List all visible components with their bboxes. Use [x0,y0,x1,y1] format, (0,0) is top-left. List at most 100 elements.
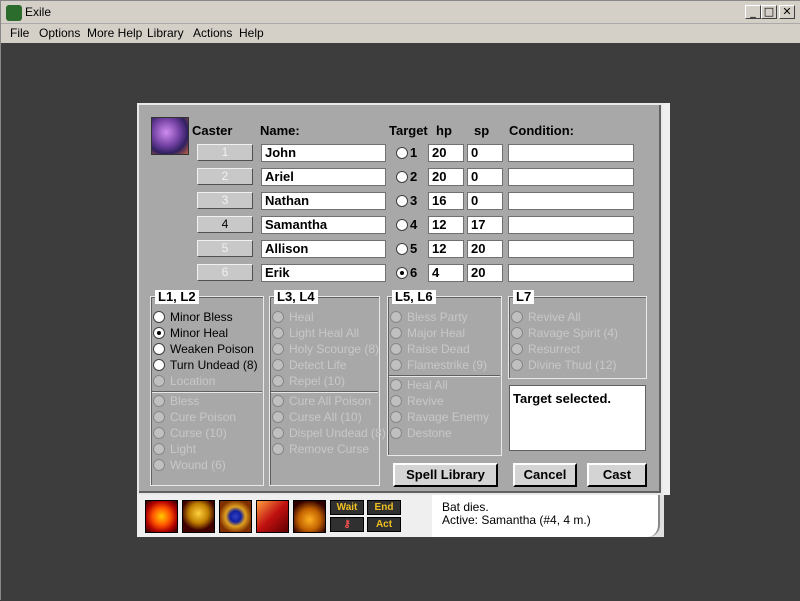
spell-radio [272,375,284,387]
spell-label: Bless [170,394,200,408]
spell-label: Resurrect [528,342,581,356]
caster-button-4[interactable]: 4 [197,216,253,233]
spell-radio [153,459,165,471]
target-radio-4[interactable] [396,219,408,231]
status-message: Target selected. [509,385,646,451]
spell-library-button[interactable]: Spell Library [393,463,498,487]
spell-label: Bless Party [407,310,468,324]
hp-value-5: 12 [428,240,464,258]
caster-button-3[interactable]: 3 [197,192,253,209]
spell-option: Remove Curse [272,441,377,457]
spell-label: Revive [407,394,444,408]
spell-option[interactable]: Minor Heal [153,325,261,341]
spell-option: Flamestrike (9) [390,357,499,373]
target-radio-2[interactable] [396,171,408,183]
spell-label: Minor Bless [170,310,233,324]
menu-library[interactable]: Library [147,26,184,40]
spell-option: Ravage Spirit (4) [511,325,644,341]
spell-label: Turn Undead (8) [170,358,258,372]
spell-radio [272,427,284,439]
menu-file[interactable]: File [10,26,29,40]
spell-option: Heal [272,309,377,325]
spell-radio [272,343,284,355]
sp-value-3: 0 [467,192,503,210]
menu-help[interactable]: Help [239,26,264,40]
spell-radio[interactable] [153,359,165,371]
target-radio-5[interactable] [396,243,408,255]
title-bar[interactable]: Exile _ □ ✕ [1,1,800,24]
spell-radio [511,343,523,355]
spell-option: Repel (10) [272,373,377,389]
bag-icon[interactable] [293,500,326,533]
caster-header: Caster [192,123,233,138]
spell-radio[interactable] [153,311,165,323]
caster-button-1[interactable]: 1 [197,144,253,161]
spell-label: Light [170,442,197,456]
spell-radio[interactable] [153,343,165,355]
hp-header: hp [436,123,452,138]
close-button[interactable]: ✕ [779,5,795,19]
caster-button-5[interactable]: 5 [197,240,253,257]
caster-button-2[interactable]: 2 [197,168,253,185]
party-name-2: Ariel [261,168,386,186]
shield-icon[interactable] [256,500,289,533]
party-name-4: Samantha [261,216,386,234]
spell-radio [390,395,402,407]
target-radio-3[interactable] [396,195,408,207]
spell-radio[interactable] [153,327,165,339]
hp-value-1: 20 [428,144,464,162]
condition-field-1 [508,144,634,162]
party-name-6: Erik [261,264,386,282]
caster-button-6[interactable]: 6 [197,264,253,281]
spell-radio [153,375,165,387]
act-button[interactable]: Act [367,517,401,532]
ankh-icon[interactable] [182,500,215,533]
spell-option[interactable]: Minor Bless [153,309,261,325]
fire-icon[interactable] [145,500,178,533]
end-button[interactable]: End [367,500,401,515]
menu-options[interactable]: Options [39,26,80,40]
spell-radio [153,411,165,423]
spell-label: Minor Heal [170,326,229,340]
target-radio-1[interactable] [396,147,408,159]
minimize-button[interactable]: _ [745,5,761,19]
spell-option[interactable]: Weaken Poison [153,341,261,357]
spell-option: Major Heal [390,325,499,341]
condition-field-5 [508,240,634,258]
spell-radio [511,327,523,339]
spell-label: Light Heal All [289,326,360,340]
log-line: Active: Samantha (#4, 4 m.) [442,513,591,527]
spell-radio [511,311,523,323]
cancel-button[interactable]: Cancel [513,463,577,487]
spell-option: Cure Poison [153,409,261,425]
spell-radio [153,443,165,455]
cast-button[interactable]: Cast [587,463,647,487]
spell-option: Location [153,373,261,389]
spell-option[interactable]: Turn Undead (8) [153,357,261,373]
spell-label: Ravage Spirit (4) [528,326,619,340]
spell-group-title: L3, L4 [274,290,318,304]
key-icon[interactable]: ⚷ [330,517,364,532]
spell-label: Remove Curse [289,442,370,456]
spell-radio [390,427,402,439]
spell-option: Detect Life [272,357,377,373]
menu-more-help[interactable]: More Help [87,26,142,40]
spell-option: Destone [390,425,499,441]
spell-label: Major Heal [407,326,466,340]
hp-value-4: 12 [428,216,464,234]
wait-button[interactable]: Wait [330,500,364,515]
menu-actions[interactable]: Actions [193,26,232,40]
spell-label: Cure Poison [170,410,237,424]
spell-label: Destone [407,426,452,440]
spell-option: Cure All Poison [272,393,377,409]
target-radio-6[interactable] [396,267,408,279]
name-header: Name: [260,123,300,138]
hp-value-2: 20 [428,168,464,186]
maximize-button[interactable]: □ [761,5,777,19]
target-number-4: 4 [410,217,418,232]
eye-icon[interactable] [219,500,252,533]
spell-radio [272,311,284,323]
spell-label: Cure All Poison [289,394,372,408]
spell-label: Curse All (10) [289,410,362,424]
spell-label: Heal [289,310,314,324]
